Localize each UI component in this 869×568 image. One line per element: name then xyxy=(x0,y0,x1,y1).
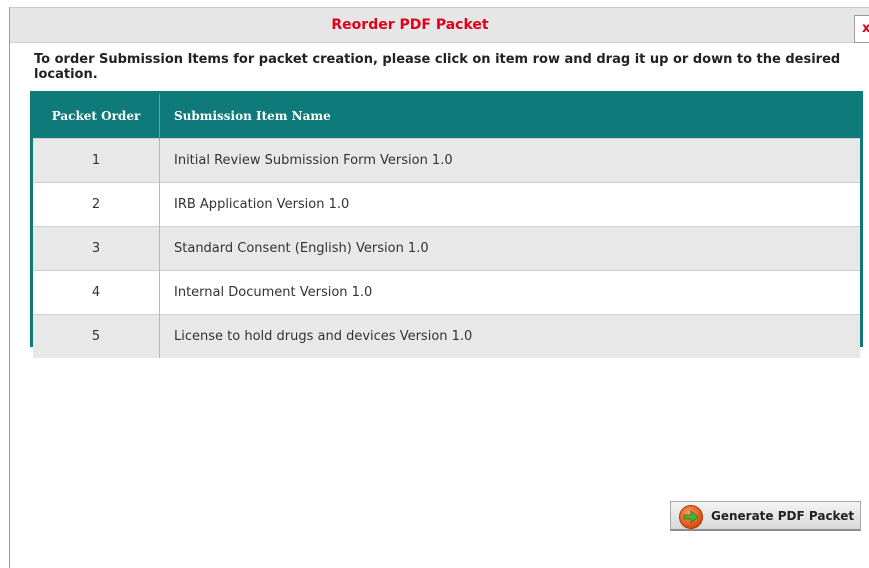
submission-items-table: Packet Order Submission Item Name 1 Init… xyxy=(30,91,863,358)
packet-order-cell: 3 xyxy=(33,226,160,271)
header-packet-order: Packet Order xyxy=(33,94,160,139)
packet-order-cell: 2 xyxy=(33,182,160,227)
item-name-cell: Standard Consent (English) Version 1.0 xyxy=(159,226,860,271)
table-header-row: Packet Order Submission Item Name xyxy=(33,94,860,139)
item-name-cell: License to hold drugs and devices Versio… xyxy=(159,314,860,358)
table-row[interactable]: 1 Initial Review Submission Form Version… xyxy=(33,138,860,183)
item-name-cell: IRB Application Version 1.0 xyxy=(159,182,860,227)
table-row[interactable]: 2 IRB Application Version 1.0 xyxy=(33,182,860,227)
close-button[interactable]: x xyxy=(854,15,869,43)
header-item-name: Submission Item Name xyxy=(159,94,860,139)
item-name-cell: Internal Document Version 1.0 xyxy=(159,270,860,315)
reorder-pdf-dialog: Reorder PDF Packet x To order Submission… xyxy=(9,7,869,568)
generate-pdf-packet-button[interactable]: Generate PDF Packet xyxy=(670,501,861,531)
dialog-title: Reorder PDF Packet xyxy=(331,17,489,33)
table-row[interactable]: 3 Standard Consent (English) Version 1.0 xyxy=(33,226,860,271)
item-name-cell: Initial Review Submission Form Version 1… xyxy=(159,138,860,183)
packet-order-cell: 5 xyxy=(33,314,160,358)
dialog-titlebar: Reorder PDF Packet xyxy=(10,8,869,43)
packet-order-cell: 4 xyxy=(33,270,160,315)
table-row[interactable]: 4 Internal Document Version 1.0 xyxy=(33,270,860,315)
generate-button-label: Generate PDF Packet xyxy=(711,509,855,523)
table-row[interactable]: 5 License to hold drugs and devices Vers… xyxy=(33,314,860,358)
packet-order-cell: 1 xyxy=(33,138,160,183)
arrow-right-icon xyxy=(679,505,703,529)
instructions-text: To order Submission Items for packet cre… xyxy=(34,52,841,82)
